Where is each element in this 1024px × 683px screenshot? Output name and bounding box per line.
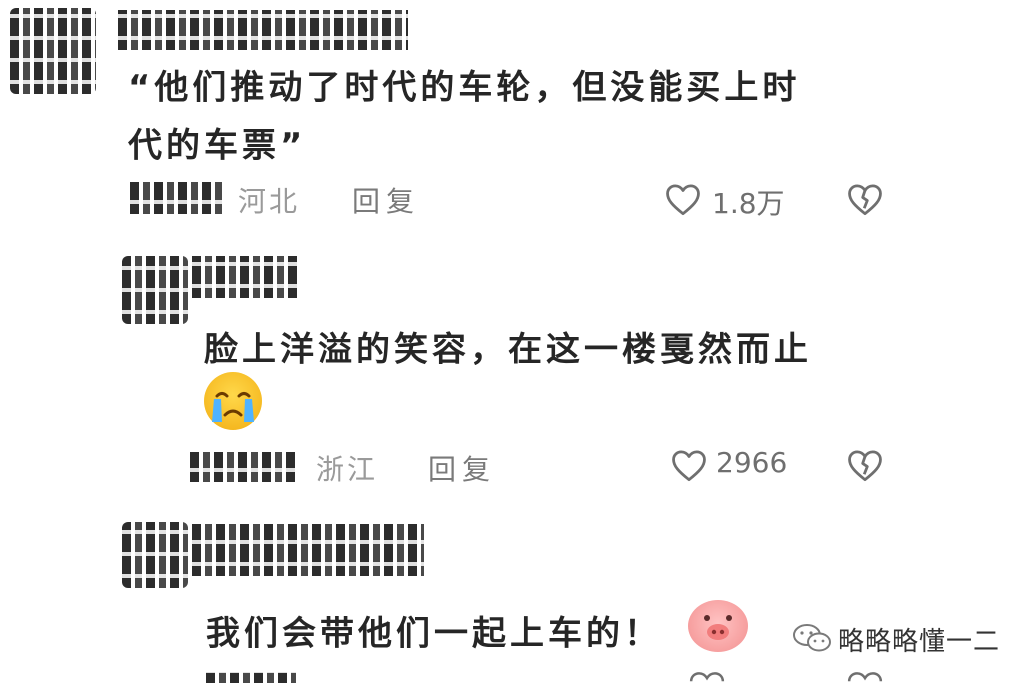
avatar[interactable]: [10, 8, 96, 94]
timestamp: [190, 452, 296, 482]
location: 浙江: [316, 453, 379, 486]
wechat-icon: [792, 622, 832, 654]
crying-face-emoji: [204, 372, 262, 430]
username[interactable]: [192, 524, 424, 576]
like-count: 1.8万: [712, 187, 785, 220]
username[interactable]: [118, 10, 408, 50]
location: 河北: [238, 185, 301, 218]
username[interactable]: [192, 256, 300, 298]
broken-heart-icon[interactable]: [846, 182, 884, 216]
pig-face-emoji: [688, 600, 748, 652]
avatar[interactable]: [122, 256, 188, 324]
heart-outline-icon[interactable]: [670, 448, 708, 482]
watermark-text: 略略略懂一二: [838, 627, 1001, 657]
comment-text-line-1: 脸上洋溢的笑容，在这一楼戛然而止: [204, 330, 812, 370]
timestamp: [130, 182, 226, 214]
comment-text-line-1: “他们推动了时代的车轮，但没能买上时: [128, 68, 801, 108]
reply-button[interactable]: 回复: [352, 180, 420, 220]
broken-heart-icon[interactable]: [846, 448, 884, 482]
heart-outline-icon[interactable]: [688, 670, 726, 683]
avatar[interactable]: [122, 522, 188, 588]
comment-text-line-2: 代的车票”: [128, 126, 307, 166]
broken-heart-icon[interactable]: [846, 670, 884, 683]
like-count: 2966: [716, 446, 788, 479]
heart-outline-icon[interactable]: [664, 182, 702, 216]
reply-button[interactable]: 回复: [428, 448, 496, 488]
comment-text-line-1: 我们会带他们一起上车的！: [206, 614, 662, 654]
timestamp: [206, 672, 296, 683]
